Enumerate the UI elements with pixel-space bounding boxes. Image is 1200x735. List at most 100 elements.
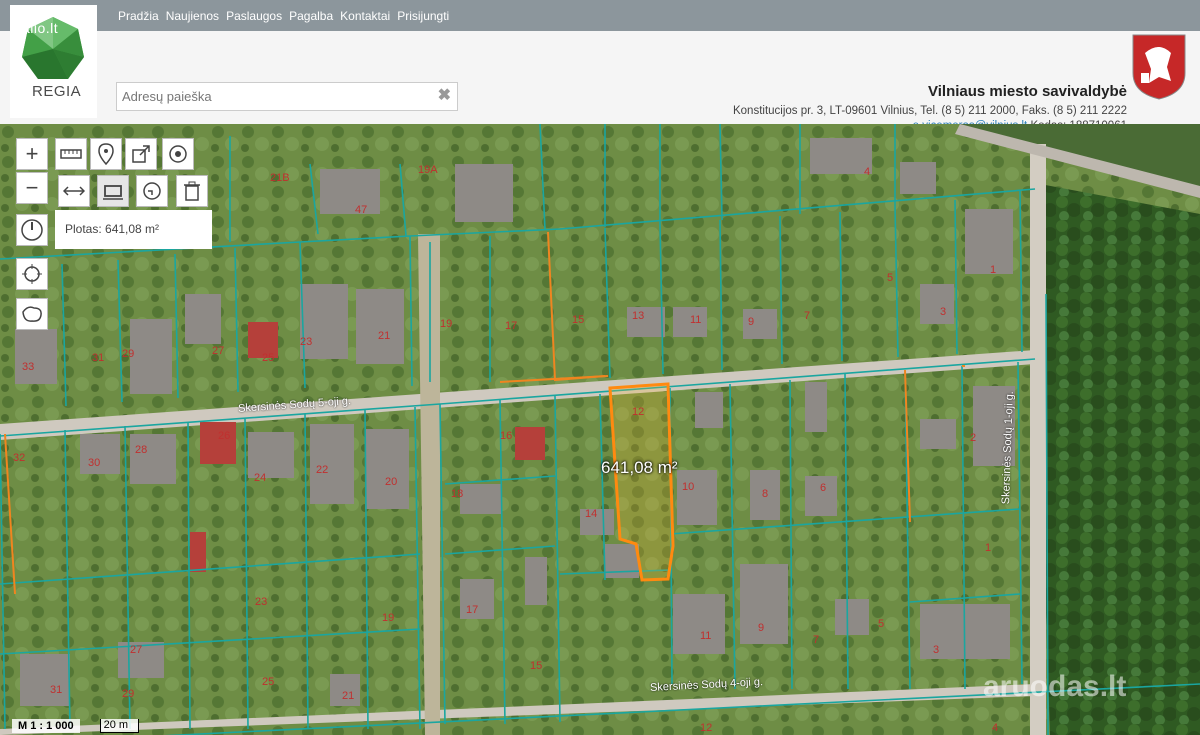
- parcel-number: 8: [762, 488, 769, 500]
- measure-clear-button[interactable]: [136, 175, 168, 207]
- parcel-number: 23: [255, 596, 268, 608]
- measurement-label: 641,08 m²: [601, 458, 678, 477]
- compass-icon: [21, 219, 43, 241]
- scale-bar: 20 m: [99, 718, 140, 733]
- parcel-number: 14: [585, 508, 598, 520]
- parcel-number: 4: [864, 166, 871, 178]
- parcel-number: 19: [382, 612, 395, 624]
- location-pin-icon: [98, 143, 114, 165]
- parcel-number: 23: [300, 336, 313, 348]
- measure-area-icon: [103, 185, 123, 200]
- parcel-number: 1: [990, 264, 997, 276]
- parcel-number: 17: [466, 604, 479, 616]
- target-button[interactable]: [162, 138, 194, 170]
- draw-polygon-button[interactable]: [16, 298, 48, 330]
- ruler-button[interactable]: [55, 138, 87, 170]
- nav-login[interactable]: Prisijungti: [397, 9, 449, 23]
- compass-button[interactable]: [16, 214, 48, 246]
- parcel-number: 22: [316, 464, 329, 476]
- nav-help[interactable]: Pagalba: [289, 9, 333, 23]
- parcel-number: 19A: [418, 164, 438, 176]
- parcel-number: 29: [122, 348, 135, 360]
- parcel-number: 21B: [270, 172, 290, 184]
- parcel-number: 18: [451, 488, 464, 500]
- top-navigation-bar: Pradžia Naujienos Paslaugos Pagalba Kont…: [0, 0, 1200, 31]
- crosshair-icon: [22, 264, 42, 284]
- parcel-number: 11: [700, 630, 712, 642]
- vilnius-crest-icon: [1132, 34, 1186, 100]
- logo-name: REGIA: [32, 83, 82, 100]
- address-search-input[interactable]: [117, 83, 432, 110]
- map-scale: M 1 : 1 000 20 m: [0, 716, 140, 735]
- parcel-number: 5: [878, 618, 885, 630]
- parcel-number: 28: [135, 444, 148, 456]
- share-icon: [132, 145, 150, 163]
- parcel-number: 47: [355, 204, 368, 216]
- parcel-number: 33: [22, 361, 35, 373]
- locate-button[interactable]: [16, 258, 48, 290]
- target-icon: [169, 145, 187, 163]
- parcel-number: 27: [130, 644, 143, 656]
- parcel-number: 32: [13, 452, 26, 464]
- parcel-number: 3: [940, 306, 947, 318]
- nav-services[interactable]: Paslaugos: [226, 9, 282, 23]
- measure-distance-icon: [63, 186, 85, 196]
- parcel-number: 10: [682, 481, 695, 493]
- marker-button[interactable]: [90, 138, 122, 170]
- nav-home[interactable]: Pradžia: [118, 9, 159, 23]
- clear-icon[interactable]: ✖: [438, 88, 451, 104]
- parcel-number: 31: [50, 684, 63, 696]
- ruler-icon: [60, 149, 82, 159]
- parcel-number: 7: [804, 310, 811, 322]
- parcel-number: 17: [505, 320, 518, 332]
- organization-address: Konstitucijos pr. 3, LT-09601 Vilnius, T…: [732, 105, 1127, 117]
- parcel-number: 12: [632, 406, 645, 418]
- trash-icon: [184, 181, 200, 201]
- parcel-number: 3: [933, 644, 940, 656]
- logo-caption: alio.lt: [22, 20, 59, 36]
- nav-news[interactable]: Naujienos: [166, 9, 219, 23]
- parcel-number: 12: [700, 722, 713, 734]
- parcel-number: 25: [262, 676, 275, 688]
- parcel-number: 31: [92, 352, 105, 364]
- nav-contacts[interactable]: Kontaktai: [340, 9, 390, 23]
- parcel-number: 9: [758, 622, 765, 634]
- parcel-number: 13: [632, 310, 645, 322]
- measure-distance-button[interactable]: [58, 175, 90, 207]
- parcel-number: 29: [122, 688, 135, 700]
- parcel-number: 16: [500, 430, 513, 442]
- parcel-number: 7: [813, 634, 820, 646]
- parcel-number: 27: [212, 345, 225, 357]
- zoom-in-button[interactable]: +: [16, 138, 48, 170]
- main-nav: Pradžia Naujienos Paslaugos Pagalba Kont…: [118, 0, 456, 31]
- parcel-number: 26: [218, 430, 231, 442]
- scale-ratio: M 1 : 1 000: [12, 718, 80, 733]
- delete-button[interactable]: [176, 175, 208, 207]
- parcel-number: 21: [342, 690, 355, 702]
- parcel-number: 9: [748, 316, 755, 328]
- address-search[interactable]: ✖: [116, 82, 458, 111]
- parcel-number: 21: [378, 330, 391, 342]
- polygon-icon: [22, 306, 42, 322]
- measure-clear-icon: [143, 182, 161, 200]
- watermark: aruodas.lt: [983, 670, 1127, 703]
- parcel-number: 19: [440, 318, 453, 330]
- parcel-number: 1: [985, 542, 992, 554]
- organization-name: Vilniaus miesto savivaldybė: [928, 83, 1127, 100]
- share-button[interactable]: [125, 138, 157, 170]
- parcel-number: 30: [88, 457, 101, 469]
- parcel-number: 15: [530, 660, 543, 672]
- measure-area-button[interactable]: [97, 175, 129, 207]
- parcel-number: 11: [690, 314, 702, 326]
- parcel-number: 2: [970, 432, 977, 444]
- parcel-number: 24: [254, 472, 267, 484]
- parcel-number: 4: [992, 722, 999, 734]
- header: ✖ Vilniaus miesto savivaldybė Konstituci…: [0, 31, 1200, 132]
- area-readout: Plotas: 641,08 m²: [55, 210, 212, 249]
- zoom-out-button[interactable]: −: [16, 172, 48, 204]
- parcel-number: 15: [572, 314, 585, 326]
- parcel-number: 6: [820, 482, 827, 494]
- parcel-number: 5: [887, 272, 894, 284]
- parcel-number: 25: [262, 352, 275, 364]
- parcel-number: 20: [385, 476, 398, 488]
